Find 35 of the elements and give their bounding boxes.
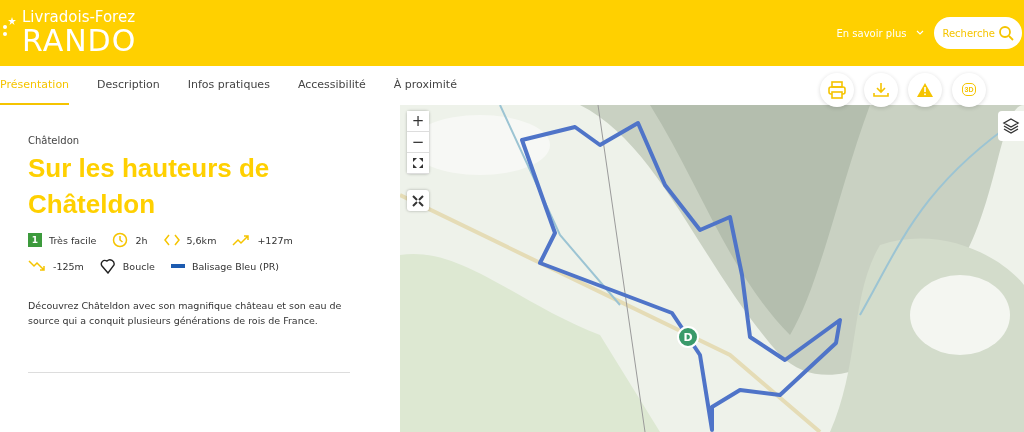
trek-fact: Balisage Bleu (PR) [191,260,279,272]
chevron-down-icon [916,30,925,36]
trek-description: Découvrez Châteldon avec son magnifique château et son eau de source qui a conquit plusieurs générations de rois de France. [28,299,343,328]
difficulty-label: Très facile [49,234,97,246]
descent-icon [28,260,46,272]
tab[interactable]: À proximité [393,66,457,105]
difficulty-badge: 1 [28,233,42,247]
trek-fact: 2h [135,234,148,246]
trek-fact: -125m [53,260,84,272]
distance-icon [163,234,180,246]
trek-fact: +127m [257,234,293,246]
tab[interactable]: Accessibilité [297,66,366,105]
fullscreen-button[interactable] [407,153,429,174]
trail-marking-icon [170,264,185,268]
collapse-arrows-icon [412,194,424,207]
ascent-icon [232,234,251,246]
logo-subtitle: Livradois-Forez [22,9,137,25]
printer-icon [827,79,847,100]
trek-fact: 5,6km [186,234,217,246]
place-name: Châteldon [28,135,81,146]
clock-icon [112,232,129,248]
zoom-out-button[interactable]: − [407,132,429,153]
download-icon [872,80,890,99]
trek-fact: Boucle [122,260,155,272]
layers-icon [1002,117,1020,135]
fit-route-button[interactable] [407,190,429,211]
fullscreen-icon [412,157,424,169]
logo-title: RANDO [22,25,137,57]
warning-icon [916,81,934,98]
tab[interactable]: Description [97,66,160,105]
search-icon [998,25,1014,41]
layers-button[interactable] [998,111,1024,141]
tab[interactable]: Infos pratiques [187,66,270,105]
zoom-in-button[interactable]: + [407,111,429,132]
trek-title: Sur les hauteurs de Châteldon [28,152,271,221]
